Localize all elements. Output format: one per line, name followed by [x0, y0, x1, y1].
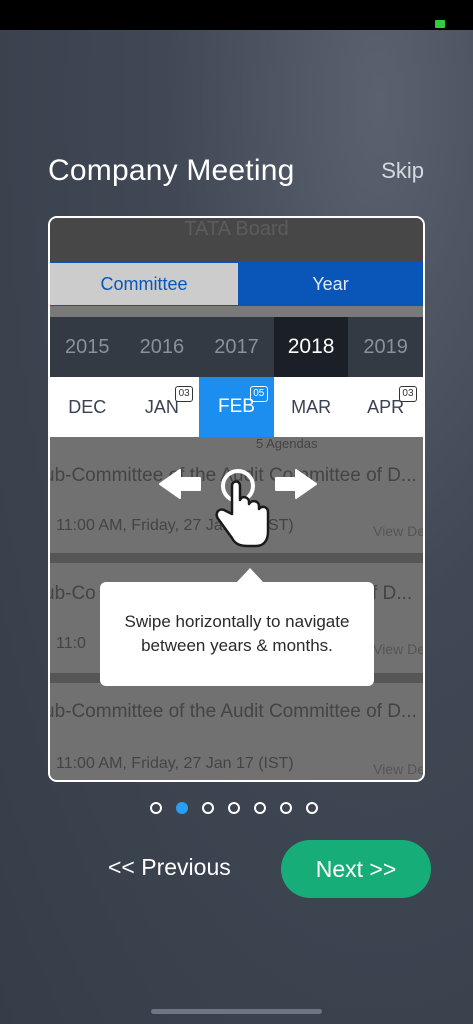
page-dot-active[interactable] [176, 802, 188, 814]
month-item-jan[interactable]: JAN 03 [125, 377, 200, 437]
hint-tooltip: Swipe horizontally to navigate between y… [100, 582, 374, 686]
year-selector: 2015 2016 2017 2018 2019 [50, 317, 423, 377]
previous-button[interactable]: << Previous [108, 854, 231, 881]
app-title: TATA Board [184, 218, 289, 240]
battery-icon [435, 20, 445, 28]
swipe-gesture-illustration [159, 469, 317, 548]
segment-year[interactable]: Year [238, 263, 423, 305]
count-badge: 03 [175, 386, 194, 402]
year-item-selected[interactable]: 2018 [273, 317, 349, 377]
meeting-time: 11:00 AM, Friday, 27 Jan 17 (IST) [56, 755, 294, 772]
agenda-count: 5 Agendas [256, 436, 318, 451]
tooltip-line: Swipe horizontally to navigate [124, 612, 350, 631]
app-top-bar: TATA Board [50, 218, 423, 262]
month-label: MAR [291, 396, 332, 417]
year-item[interactable]: 2017 [199, 317, 274, 377]
view-details-link[interactable]: View De [373, 641, 423, 657]
month-label: DEC [68, 396, 107, 417]
skip-button[interactable]: Skip [381, 158, 424, 184]
page-dot[interactable] [306, 802, 318, 814]
meeting-time: 11:0 [56, 635, 86, 652]
page-title: Company Meeting [48, 154, 295, 187]
onboarding-header: Company Meeting Skip [48, 154, 428, 194]
month-item-mar[interactable]: MAR [274, 377, 349, 437]
next-button[interactable]: Next >> [281, 840, 431, 898]
page-dot[interactable] [254, 802, 266, 814]
meeting-title[interactable]: ub-Co [50, 583, 96, 605]
tooltip-line: between years & months. [141, 636, 333, 655]
segment-committee[interactable]: Committee [50, 263, 238, 305]
page-dot[interactable] [228, 802, 240, 814]
count-badge: 03 [398, 386, 417, 402]
month-item-feb-selected[interactable]: FEB 05 [199, 377, 274, 437]
view-details-link[interactable]: View De [373, 523, 423, 539]
tooltip-pointer [236, 568, 264, 583]
page-dot[interactable] [150, 802, 162, 814]
view-details-link[interactable]: View De [373, 761, 423, 777]
month-label: JAN [144, 396, 179, 417]
arrow-right-icon [275, 469, 317, 499]
tutorial-card: TATA Board Committee Year 2015 2016 2017… [48, 216, 425, 782]
count-badge: 05 [249, 386, 268, 402]
month-item-dec[interactable]: DEC [50, 377, 125, 437]
month-selector: DEC JAN 03 FEB 05 MAR APR 03 [50, 377, 423, 437]
month-item-apr[interactable]: APR 03 [348, 377, 423, 437]
arrow-left-icon [159, 469, 201, 499]
page-dot[interactable] [280, 802, 292, 814]
status-bar [0, 0, 473, 30]
segment-control: Committee Year [50, 262, 423, 306]
page-indicator [150, 802, 318, 814]
page-dot[interactable] [202, 802, 214, 814]
meeting-title[interactable]: ub-Committee of the Audit Committee of D… [50, 701, 417, 723]
year-item[interactable]: 2015 [50, 317, 125, 377]
home-indicator [151, 1009, 322, 1014]
year-item[interactable]: 2019 [348, 317, 423, 377]
year-item[interactable]: 2016 [125, 317, 200, 377]
swipe-hand-icon [215, 469, 270, 548]
meeting-title-end: f D... [372, 583, 413, 604]
